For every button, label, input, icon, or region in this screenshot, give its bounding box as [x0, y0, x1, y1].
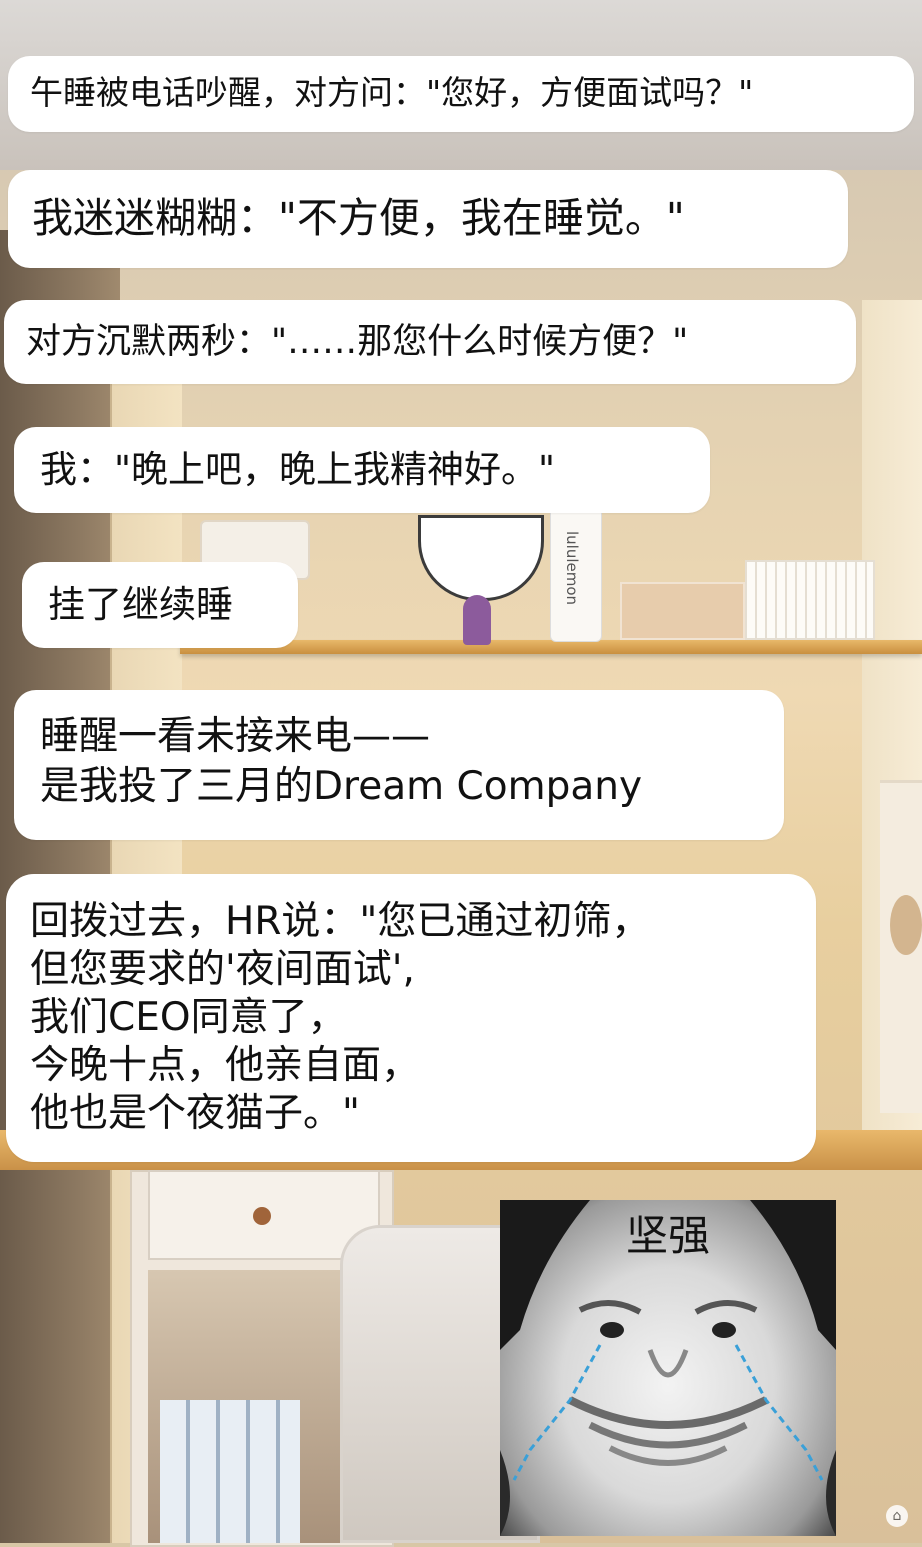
- message-bubble: 睡醒一看未接来电—— 是我投了三月的Dream Company: [14, 690, 784, 840]
- books: [160, 1400, 300, 1543]
- meme-image: 坚强: [500, 1200, 836, 1536]
- message-line: 但您要求的'夜间面试',: [30, 947, 415, 992]
- water-bottle: lululemon: [550, 500, 602, 642]
- message-line: 今晚十点，他亲自面，: [30, 1043, 421, 1088]
- storage-box: [620, 582, 745, 640]
- watermark-icon: ⌂: [886, 1505, 908, 1527]
- message-text: 我："晚上吧，晚上我精神好。": [40, 448, 556, 491]
- bottle-brand: lululemon: [563, 531, 581, 606]
- plush-toy: [890, 895, 922, 955]
- message-bubble: 我："晚上吧，晚上我精神好。": [14, 427, 710, 513]
- message-bubble: 午睡被电话吵醒，对方问："您好，方便面试吗？": [8, 56, 914, 132]
- upper-shelf: [180, 640, 922, 654]
- message-bubble: 对方沉默两秒："……那您什么时候方便？": [4, 300, 856, 384]
- figurine: [463, 595, 491, 645]
- message-line: 我们CEO同意了，: [30, 995, 347, 1040]
- message-line: 回拨过去，HR说："您已通过初筛，: [30, 899, 651, 944]
- message-line: 他也是个夜猫子。": [30, 1091, 360, 1136]
- message-text: 我迷迷糊糊："不方便，我在睡觉。": [32, 194, 685, 242]
- message-bubble: 挂了继续睡: [22, 562, 298, 648]
- message-text: 对方沉默两秒："……那您什么时候方便？": [26, 322, 689, 362]
- message-bubble: 回拨过去，HR说："您已通过初筛， 但您要求的'夜间面试', 我们CEO同意了，…: [6, 874, 816, 1162]
- wire-basket: [745, 560, 875, 640]
- message-text: 午睡被电话吵醒，对方问："您好，方便面试吗？": [30, 73, 754, 112]
- drawer-knob: [253, 1207, 271, 1225]
- message-line: 睡醒一看未接来电——: [40, 714, 431, 759]
- message-bubble: 我迷迷糊糊："不方便，我在睡觉。": [8, 170, 848, 268]
- message-text: 挂了继续睡: [48, 583, 233, 626]
- message-line: 是我投了三月的Dream Company: [40, 764, 643, 809]
- meme-caption: 坚强: [625, 1211, 710, 1260]
